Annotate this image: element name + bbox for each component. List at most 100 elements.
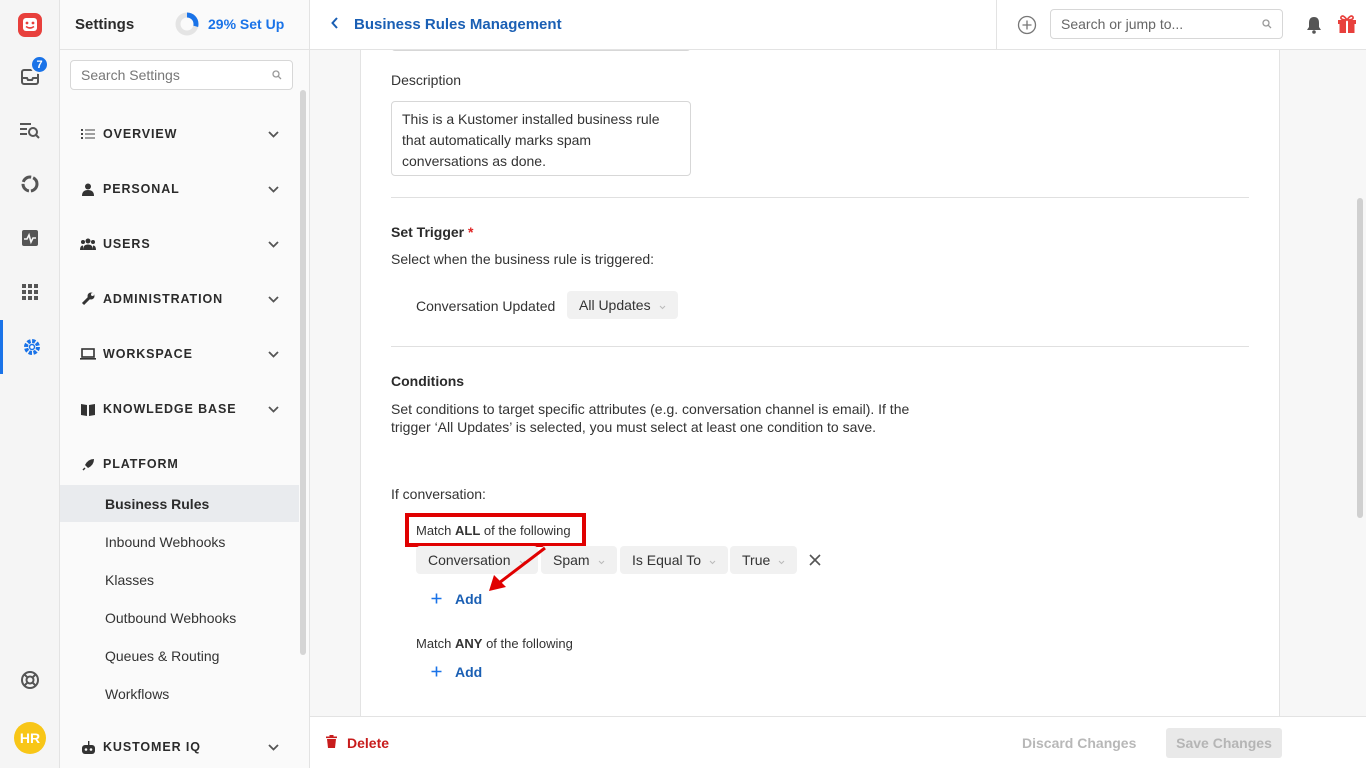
book-icon — [80, 401, 96, 417]
gift-icon[interactable] — [1337, 14, 1357, 39]
nav-section-label: OVERVIEW — [103, 127, 178, 141]
kustomer-logo-icon[interactable] — [0, 5, 60, 45]
setup-progress-text: 29% Set Up — [208, 16, 285, 32]
description-label: Description — [391, 72, 462, 88]
discard-changes-button[interactable]: Discard Changes — [1022, 735, 1136, 751]
condition-attribute-value: Spam — [553, 552, 590, 568]
trigger-option-select[interactable]: All Updates — [567, 291, 678, 319]
nav-section-knowledge-base[interactable]: KNOWLEDGE BASE — [60, 391, 299, 427]
search-settings-field[interactable] — [70, 60, 293, 90]
reporting-icon[interactable] — [0, 164, 60, 204]
nav-section-label: USERS — [103, 237, 151, 251]
bell-icon[interactable] — [1306, 16, 1322, 39]
condition-attribute-select[interactable]: Spam — [541, 546, 617, 574]
nav-section-label: ADMINISTRATION — [103, 292, 223, 306]
trigger-help-text: Select when the business rule is trigger… — [391, 251, 655, 267]
nav-item-business-rules[interactable]: Business Rules — [60, 485, 299, 522]
condition-operator-select[interactable]: Is Equal To — [620, 546, 729, 574]
avatar[interactable]: HR — [14, 722, 46, 754]
users-icon — [80, 236, 96, 252]
remove-condition-icon[interactable] — [809, 553, 821, 571]
chevron-down-icon — [268, 400, 279, 418]
nav-section-label: KNOWLEDGE BASE — [103, 402, 237, 416]
nav-item-workflows[interactable]: Workflows — [60, 675, 299, 712]
match-any-suffix: of the following — [482, 636, 573, 651]
settings-title: Settings — [75, 16, 135, 33]
laptop-icon — [80, 346, 96, 362]
robot-icon — [80, 739, 96, 755]
chevron-down-icon — [709, 552, 716, 568]
apps-grid-icon[interactable] — [0, 272, 60, 312]
plus-icon — [431, 591, 442, 607]
search-settings-input[interactable] — [81, 67, 272, 83]
nav-section-kustomer-iq[interactable]: KUSTOMER IQ — [60, 729, 299, 765]
delete-label: Delete — [347, 735, 390, 751]
chevron-down-icon — [268, 180, 279, 198]
nav-section-label: KUSTOMER IQ — [103, 740, 201, 754]
plus-icon — [431, 664, 442, 680]
settings-panel: Settings 29% Set Up OVERVIEW PERSONAL US… — [60, 0, 310, 768]
nav-section-overview[interactable]: OVERVIEW — [60, 116, 299, 152]
nav-section-label: WORKSPACE — [103, 347, 193, 361]
match-any-prefix: Match — [416, 636, 456, 651]
add-any-condition-button[interactable]: Add — [431, 664, 482, 680]
main-scrollbar[interactable] — [1357, 198, 1363, 518]
add-label: Add — [455, 591, 483, 607]
trigger-option-value: All Updates — [579, 297, 651, 313]
condition-operator-value: Is Equal To — [632, 552, 702, 568]
condition-value-value: True — [742, 552, 771, 568]
setup-progress-ring-icon — [175, 12, 199, 36]
trigger-heading: Set Trigger * — [391, 224, 473, 240]
add-circle-icon[interactable] — [1017, 15, 1037, 40]
required-marker: * — [468, 224, 474, 240]
back-chevron-icon[interactable] — [330, 16, 340, 35]
global-search-field[interactable] — [1050, 9, 1283, 39]
list-icon — [80, 126, 96, 142]
nav-section-label: PERSONAL — [103, 182, 180, 196]
chevron-down-icon — [268, 235, 279, 253]
annotation-arrow-icon — [489, 546, 546, 591]
conditions-help-line-2: trigger ‘All Updates’ is selected, you m… — [391, 419, 877, 435]
delete-button[interactable]: Delete — [326, 735, 389, 751]
search-icon — [1262, 19, 1272, 29]
nav-section-label: PLATFORM — [103, 457, 179, 471]
rule-editor-card: Description This is a Kustomer installed… — [360, 50, 1280, 716]
settings-gear-icon[interactable] — [0, 320, 60, 374]
trigger-event-label: Conversation Updated — [416, 298, 556, 314]
description-textarea[interactable]: This is a Kustomer installed business ru… — [391, 101, 691, 176]
nav-item-inbound-webhooks[interactable]: Inbound Webhooks — [60, 523, 299, 560]
conditions-heading: Conditions — [391, 373, 465, 389]
chevron-down-icon — [268, 738, 279, 756]
nav-item-outbound-webhooks[interactable]: Outbound Webhooks — [60, 599, 299, 636]
trash-icon — [326, 735, 337, 751]
footer-bar: Delete Discard Changes Save Changes — [310, 716, 1366, 768]
nav-section-platform[interactable]: PLATFORM — [60, 446, 299, 482]
chevron-down-icon — [778, 552, 785, 568]
setup-progress[interactable]: 29% Set Up — [175, 12, 284, 36]
nav-item-queues-routing[interactable]: Queues & Routing — [60, 637, 299, 674]
nav-section-users[interactable]: USERS — [60, 226, 299, 262]
top-bar: Business Rules Management — [310, 0, 1366, 50]
add-all-condition-button[interactable]: Add — [431, 591, 482, 607]
name-input-edge[interactable] — [391, 50, 691, 51]
match-any-keyword: ANY — [455, 636, 483, 651]
chevron-down-icon — [268, 345, 279, 363]
condition-value-select[interactable]: True — [730, 546, 798, 574]
divider — [391, 346, 1249, 347]
chevron-down-icon — [598, 552, 605, 568]
nav-item-klasses[interactable]: Klasses — [60, 561, 299, 598]
nav-section-personal[interactable]: PERSONAL — [60, 171, 299, 207]
search-list-icon[interactable] — [0, 110, 60, 150]
trigger-heading-text: Set Trigger — [391, 224, 465, 240]
main-content: Description This is a Kustomer installed… — [310, 50, 1366, 716]
global-search-input[interactable] — [1061, 16, 1262, 32]
icon-rail: 7 HR — [0, 0, 60, 768]
help-lifebuoy-icon[interactable] — [0, 660, 60, 700]
wrench-icon — [80, 291, 96, 307]
nav-section-workspace[interactable]: WORKSPACE — [60, 336, 299, 372]
settings-scrollbar[interactable] — [300, 90, 306, 655]
nav-section-administration[interactable]: ADMINISTRATION — [60, 281, 299, 317]
page-title[interactable]: Business Rules Management — [354, 16, 562, 33]
activity-icon[interactable] — [0, 218, 60, 258]
save-changes-button[interactable]: Save Changes — [1166, 728, 1282, 758]
